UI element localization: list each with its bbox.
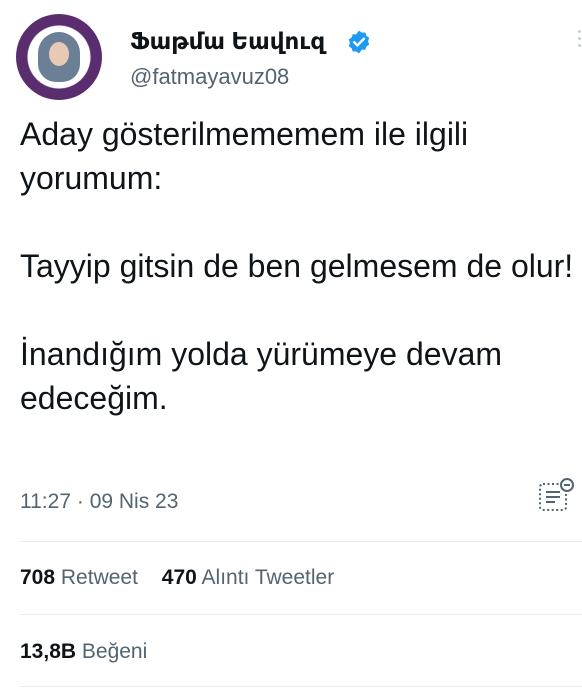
display-name[interactable]: Ֆաթմա Եավուզ [130,28,325,55]
avatar-photo [38,32,80,82]
likes-count: 13,8B [20,640,77,663]
tweet-body: Aday gösterilmememem ile ilgili yorumum:… [20,112,576,420]
divider [20,541,582,542]
divider [20,686,582,687]
more-options-icon[interactable] [578,30,582,47]
quotes-count: 470 [161,566,197,589]
user-handle[interactable]: @fatmayavuz08 [130,64,289,90]
quotes-label: Alıntı Tweetler [201,566,335,589]
translate-icon[interactable] [536,476,576,516]
tweet-timestamp[interactable]: 11:27 · 09 Nis 23 [20,490,178,514]
retweets-count: 708 [20,566,56,589]
likes-label: Beğeni [81,640,148,663]
tweet-text-line: Tayyip gitsin de ben gelmesem de olur! [20,248,574,284]
tweet-date: 09 Nis 23 [89,490,179,513]
retweets-stat[interactable]: 708 Retweet [20,566,144,589]
quotes-stat[interactable]: 470 Alıntı Tweetler [162,566,334,589]
divider [20,614,582,615]
retweets-label: Retweet [60,566,138,589]
avatar[interactable] [16,14,102,100]
tweet-text-line: İnandığım yolda yürümeye devam edeceğim. [20,336,503,416]
tweet-text-line: Aday gösterilmememem ile ilgili yorumum: [20,116,469,196]
verified-badge-icon [348,30,370,54]
likes-stats-row: 13,8B Beğeni [20,640,165,664]
likes-stat[interactable]: 13,8B Beğeni [20,640,147,663]
timestamp-separator: · [76,490,84,513]
tweet-time: 11:27 [20,490,71,513]
tweet-header: Ֆաթմա Եավուզ @fatmayavuz08 [16,14,582,104]
retweet-stats-row: 708 Retweet 470 Alıntı Tweetler [20,566,352,590]
